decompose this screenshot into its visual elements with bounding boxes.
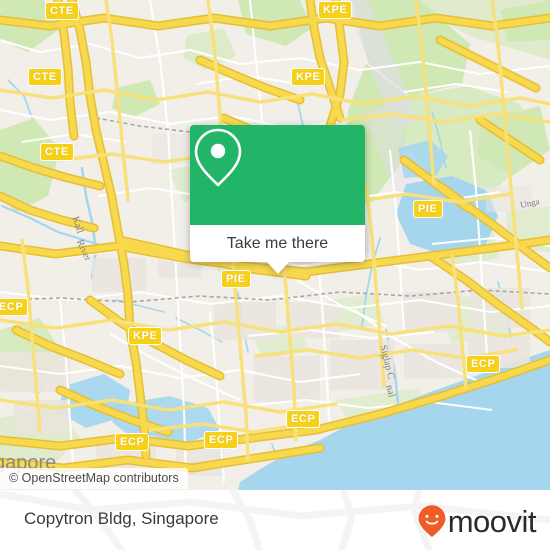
highway-shield-pie-2[interactable]: PIE — [221, 270, 251, 288]
map-canvas[interactable]: Kall River Siglap C nal Unga gapore CTE … — [0, 0, 550, 490]
highway-shield-ecp-4[interactable]: ECP — [115, 433, 150, 451]
highway-shield-pie-1[interactable]: PIE — [413, 200, 443, 218]
place-title: Copytron Bldg, Singapore — [24, 509, 219, 528]
moovit-logo[interactable]: moovit — [417, 503, 537, 539]
highway-shield-ecp-5[interactable]: ECP — [0, 298, 29, 316]
callout-action-label-wrap[interactable]: Take me there — [190, 225, 365, 262]
map-pin-icon — [194, 128, 242, 187]
highway-shield-cte-3[interactable]: CTE — [40, 143, 74, 161]
highway-shield-ecp-1[interactable]: ECP — [466, 355, 501, 373]
highway-shield-cte-1[interactable]: CTE — [45, 2, 79, 20]
highway-shield-ecp-2[interactable]: ECP — [286, 410, 321, 428]
osm-attribution[interactable]: © OpenStreetMap contributors — [0, 468, 188, 489]
highway-shield-kpe-3[interactable]: KPE — [128, 327, 163, 345]
osm-attribution-text: © OpenStreetMap contributors — [9, 471, 179, 485]
location-callout-card[interactable]: Take me there — [190, 125, 365, 274]
take-me-there-label: Take me there — [226, 234, 329, 252]
highway-shield-ecp-3[interactable]: ECP — [204, 431, 239, 449]
moovit-map-page: Kall River Siglap C nal Unga gapore CTE … — [0, 0, 550, 550]
moovit-wordmark: moovit — [447, 503, 537, 539]
highway-shield-kpe-1[interactable]: KPE — [318, 1, 353, 19]
callout-icon-area — [190, 125, 365, 225]
callout-pointer — [266, 262, 289, 274]
highway-shield-kpe-2[interactable]: KPE — [291, 68, 326, 86]
highway-shield-cte-2[interactable]: CTE — [28, 68, 62, 86]
moovit-pin-icon — [418, 505, 446, 537]
footer-bar: Copytron Bldg, Singapore moovit — [0, 490, 550, 550]
